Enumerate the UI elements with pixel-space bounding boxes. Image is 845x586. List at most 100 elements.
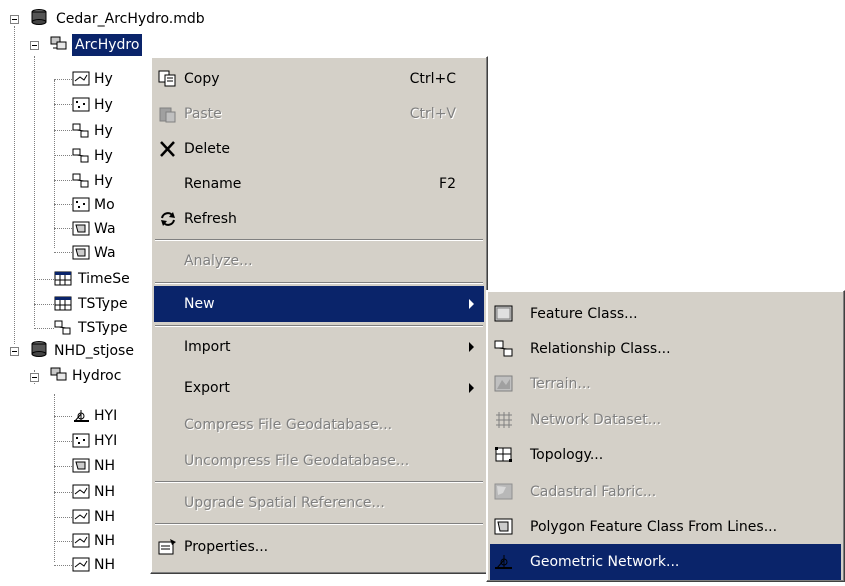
tree-connector — [54, 565, 72, 566]
submenu-item-label: Feature Class... — [530, 306, 638, 322]
menu-item-export[interactable]: Export — [154, 370, 484, 406]
tree-connector — [54, 541, 72, 542]
polygon-feature-class-icon — [72, 458, 90, 473]
tree-item-label: HYI — [94, 433, 118, 449]
relationship-class-icon — [72, 148, 89, 163]
menu-item-upgrade-spatial-reference[interactable]: Upgrade Spatial Reference... — [154, 485, 484, 521]
tree-item-label: Cedar_ArcHydro.mdb — [56, 11, 205, 27]
tree-item-label: HYI — [94, 408, 118, 424]
tree-item-label: NH — [94, 458, 115, 474]
tree-connector — [54, 79, 72, 80]
delete-icon — [160, 141, 175, 157]
network-dataset-icon — [496, 412, 512, 428]
menu-item-properties[interactable]: Properties... — [154, 529, 484, 565]
feature-dataset-icon — [50, 367, 67, 381]
tree-item-label: Hy — [94, 71, 113, 87]
menu-item-refresh[interactable]: Refresh — [154, 201, 484, 237]
menu-item-label: Delete — [184, 141, 230, 157]
submenu-item-label: Cadastral Fabric... — [530, 484, 657, 500]
collapse-toggle[interactable] — [30, 41, 39, 50]
submenu-item-topology[interactable]: Topology... — [490, 437, 841, 473]
menu-item-compress[interactable]: Compress File Geodatabase... — [154, 407, 484, 443]
menu-item-shortcut: Ctrl+C — [409, 71, 456, 87]
relationship-class-icon — [54, 320, 71, 335]
menu-item-paste[interactable]: Paste Ctrl+V — [154, 96, 484, 132]
tree-connector — [54, 180, 72, 181]
tree-item-label: Mo — [94, 197, 115, 213]
menu-item-label: Properties... — [184, 539, 269, 555]
menu-item-analyze[interactable]: Analyze... — [154, 243, 484, 279]
submenu-arrow-icon — [469, 342, 474, 352]
submenu-item-geometric-network[interactable]: Geometric Network... — [490, 544, 841, 580]
tree-item-label: ArcHydro — [72, 34, 143, 56]
submenu-item-label: Network Dataset... — [530, 412, 662, 428]
menu-item-import[interactable]: Import — [154, 329, 484, 365]
tree-connector — [54, 252, 72, 253]
menu-item-copy[interactable]: Copy Ctrl+C — [154, 61, 484, 97]
tree-connector — [54, 441, 72, 442]
menu-item-delete[interactable]: Delete — [154, 131, 484, 167]
new-submenu: Feature Class... Relationship Class... T… — [486, 290, 845, 582]
collapse-toggle[interactable] — [30, 373, 39, 382]
submenu-item-label: Topology... — [530, 447, 604, 463]
tree-connector — [54, 104, 72, 105]
tree-connector — [54, 204, 72, 205]
tree-item-label: NHD_stjose — [54, 343, 134, 359]
tree-connector — [54, 466, 72, 467]
polygon-feature-class-icon — [72, 221, 90, 236]
tree-connector — [54, 517, 72, 518]
menu-item-label: Export — [184, 380, 230, 396]
tree-item-label: TSType — [78, 320, 128, 336]
submenu-item-network-dataset[interactable]: Network Dataset... — [490, 402, 841, 438]
relationship-class-icon — [72, 173, 89, 188]
menu-separator — [155, 523, 483, 525]
tree-item-label: NH — [94, 533, 115, 549]
menu-item-rename[interactable]: Rename F2 — [154, 166, 484, 202]
relationship-class-icon — [72, 123, 89, 138]
polygon-feature-class-icon — [72, 245, 90, 260]
tree-connector — [34, 279, 54, 280]
menu-separator — [155, 282, 483, 284]
line-feature-class-icon — [72, 71, 90, 86]
menu-item-label: Rename — [184, 176, 242, 192]
tree-item-label: Hydroc — [72, 368, 122, 384]
menu-item-uncompress[interactable]: Uncompress File Geodatabase... — [154, 443, 484, 479]
tree-item-label: Hy — [94, 97, 113, 113]
paste-icon — [159, 107, 176, 123]
menu-item-new[interactable]: New — [154, 286, 484, 322]
table-icon — [54, 296, 72, 311]
geometric-network-icon — [74, 410, 89, 422]
submenu-arrow-icon — [469, 383, 474, 393]
menu-item-label: Uncompress File Geodatabase... — [184, 453, 410, 469]
geodatabase-icon — [31, 341, 47, 357]
submenu-item-cadastral-fabric[interactable]: Cadastral Fabric... — [490, 474, 841, 510]
tree-item-label: Wa — [94, 245, 116, 261]
polygon-feature-class-icon — [494, 518, 513, 535]
menu-item-label: Compress File Geodatabase... — [184, 417, 393, 433]
menu-item-shortcut: F2 — [439, 176, 456, 192]
tree-connector — [14, 26, 15, 344]
tree-item-label: TSType — [78, 296, 128, 312]
submenu-item-label: Geometric Network... — [530, 554, 680, 570]
submenu-item-terrain[interactable]: Terrain... — [490, 366, 841, 402]
menu-item-label: Import — [184, 339, 231, 355]
tree-item-label: Hy — [94, 173, 113, 189]
line-feature-class-icon — [72, 557, 90, 572]
menu-separator — [155, 239, 483, 241]
line-feature-class-icon — [72, 484, 90, 499]
point-feature-class-icon — [72, 433, 90, 448]
submenu-item-label: Terrain... — [530, 376, 591, 392]
tree-item-label: Hy — [94, 148, 113, 164]
tree-connector — [54, 416, 72, 417]
refresh-icon — [161, 212, 175, 226]
copy-icon — [158, 70, 176, 87]
geometric-network-icon — [495, 555, 512, 569]
line-feature-class-icon — [72, 533, 90, 548]
menu-separator — [155, 325, 483, 327]
submenu-item-feature-class[interactable]: Feature Class... — [490, 296, 841, 332]
collapse-toggle[interactable] — [10, 15, 19, 24]
collapse-toggle[interactable] — [10, 347, 19, 356]
tree-item-label: NH — [94, 557, 115, 573]
submenu-item-polygon-feature-class-from-lines[interactable]: Polygon Feature Class From Lines... — [490, 509, 841, 545]
submenu-item-relationship-class[interactable]: Relationship Class... — [490, 331, 841, 367]
